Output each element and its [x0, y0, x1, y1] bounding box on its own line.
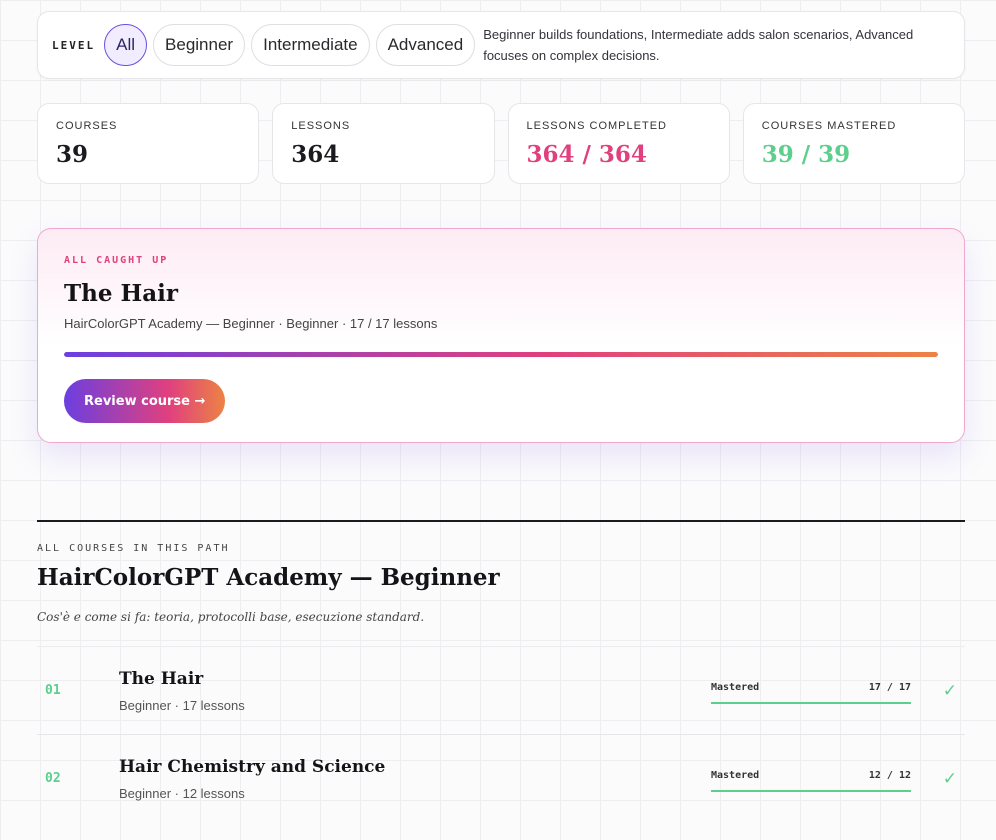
stat-lessons-completed: LESSONS COMPLETED 364 / 364	[507, 103, 730, 184]
level-pill-intermediate[interactable]: Intermediate	[251, 24, 370, 66]
stat-courses-mastered: COURSES MASTERED 39 / 39	[742, 103, 965, 184]
caught-up-eyebrow: ALL CAUGHT UP	[64, 255, 169, 266]
level-description: Beginner builds foundations, Intermediat…	[483, 27, 914, 63]
course-lesson-count: 12 / 12	[868, 770, 911, 781]
course-progress-fill	[711, 790, 911, 792]
stat-label: LESSONS COMPLETED	[526, 120, 667, 132]
stat-value: 39	[56, 141, 89, 168]
level-pill-beginner[interactable]: Beginner	[153, 24, 246, 66]
course-lesson-count: 17 / 17	[868, 682, 911, 693]
level-pill-advanced[interactable]: Advanced	[375, 24, 476, 66]
course-number: 02	[45, 771, 61, 786]
level-filter-bar: LEVEL All Beginner Intermediate Advanced…	[37, 11, 965, 79]
course-row[interactable]: 02 Hair Chemistry and Science Beginner ·…	[37, 734, 965, 822]
section-divider	[37, 520, 965, 522]
level-label: LEVEL	[52, 38, 96, 52]
section-description: Cos'è e come si fa: teoria, protocolli b…	[37, 610, 425, 624]
course-progress-track	[711, 790, 911, 792]
course-progress-track	[711, 702, 911, 704]
stat-label: COURSES	[56, 120, 118, 132]
level-pill-all[interactable]: All	[104, 24, 148, 66]
hero-course-title: The Hair	[64, 280, 178, 307]
course-status: Mastered	[711, 770, 760, 781]
stat-value: 39 / 39	[761, 141, 851, 168]
course-progress-fill	[711, 702, 911, 704]
course-title[interactable]: The Hair	[119, 669, 203, 689]
course-row[interactable]: 01 The Hair Beginner · 17 lessons Master…	[37, 646, 965, 734]
caught-up-card: ALL CAUGHT UP The Hair HairColorGPT Acad…	[37, 228, 965, 443]
stat-label: COURSES MASTERED	[761, 120, 897, 132]
section-eyebrow: ALL COURSES IN THIS PATH	[37, 543, 230, 554]
checkmark-icon: ✓	[942, 681, 957, 701]
stat-value: 364	[291, 141, 340, 168]
course-meta: Beginner · 17 lessons	[119, 698, 245, 713]
stat-value: 364 / 364	[526, 141, 647, 168]
course-list: 01 The Hair Beginner · 17 lessons Master…	[37, 646, 965, 822]
hero-course-subtitle: HairColorGPT Academy — Beginner · Beginn…	[64, 316, 438, 331]
course-meta: Beginner · 12 lessons	[119, 786, 245, 801]
section-title: HairColorGPT Academy — Beginner	[37, 564, 500, 591]
stat-lessons: LESSONS 364	[272, 103, 495, 184]
stats-row: COURSES 39 LESSONS 364 LESSONS COMPLETED…	[37, 103, 965, 184]
course-number: 01	[45, 683, 61, 698]
review-course-button[interactable]: Review course →	[64, 379, 226, 423]
stat-courses: COURSES 39	[37, 103, 260, 184]
hero-progress-fill	[64, 352, 938, 357]
course-title[interactable]: Hair Chemistry and Science	[119, 757, 385, 777]
course-status: Mastered	[711, 682, 760, 693]
checkmark-icon: ✓	[942, 769, 957, 789]
stat-label: LESSONS	[291, 120, 351, 132]
hero-progress-track	[64, 352, 938, 357]
